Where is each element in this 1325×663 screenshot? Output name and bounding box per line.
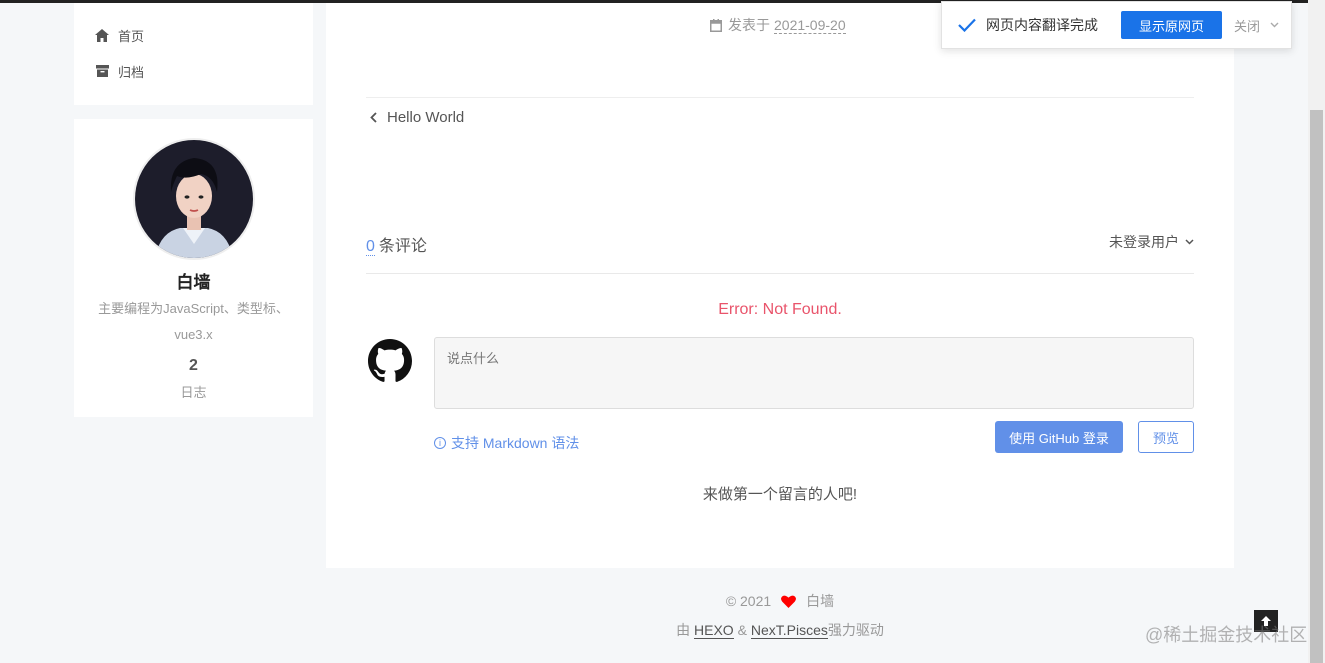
powered-prefix: 由	[676, 622, 691, 638]
theme-link[interactable]: NexT.Pisces	[750, 622, 828, 639]
prev-post-link[interactable]: Hello World	[370, 109, 464, 126]
calendar-icon	[710, 18, 722, 32]
home-icon	[95, 28, 109, 42]
author-card: 白墙 主要编程为JavaScript、类型标、vue3.x 2 日志	[74, 119, 313, 417]
comment-input[interactable]	[434, 337, 1194, 409]
translate-popup: 网页内容翻译完成 显示原网页 关闭	[941, 1, 1292, 49]
empty-comments-text: 来做第一个留言的人吧!	[702, 486, 858, 503]
sidebar-menu: 首页 归档	[74, 3, 313, 105]
footer-powered: 由 HEXO & NexT.Pisces强力驱动	[326, 620, 1234, 640]
divider	[366, 97, 1194, 98]
chevron-left-icon	[370, 112, 377, 123]
checkmark-icon	[958, 18, 976, 32]
chevron-down-icon	[1270, 22, 1279, 28]
comment-count-number: 0	[366, 238, 375, 256]
archive-icon	[95, 64, 109, 78]
chevron-down-icon	[1185, 239, 1194, 245]
menu-item-home-label: 首页	[118, 28, 145, 44]
footer-copyright: © 2021 白墙	[326, 591, 1234, 611]
translate-message: 网页内容翻译完成	[986, 17, 1098, 33]
ampersand: &	[737, 622, 747, 638]
divider	[366, 273, 1194, 274]
info-icon: i	[434, 437, 446, 449]
powered-suffix: 强力驱动	[827, 622, 884, 638]
page-scrollbar[interactable]	[1308, 0, 1325, 663]
github-login-button[interactable]: 使用 GitHub 登录	[995, 421, 1123, 453]
menu-item-home[interactable]: 首页	[95, 25, 144, 45]
footer-author: 白墙	[806, 593, 835, 609]
posts-count[interactable]: 2	[74, 357, 313, 375]
post-meta-prefix: 发表于	[728, 17, 770, 33]
comment-count: 0 条评论	[366, 232, 427, 256]
hexo-link[interactable]: HEXO	[694, 622, 734, 639]
prev-post-title: Hello World	[387, 109, 465, 126]
heart-icon	[781, 595, 797, 608]
markdown-tip-link[interactable]: i 支持 Markdown 语法	[434, 433, 579, 453]
post-date: 2021-09-20	[774, 16, 846, 34]
copyright-text: © 2021	[725, 593, 772, 609]
post-card: 发表于 2021-09-20 Hello World 0 条评论 未登录用户 Er…	[326, 3, 1234, 568]
user-menu-label: 未登录用户	[1109, 234, 1179, 250]
watermark: @稀土掘金技术社区	[1145, 625, 1308, 645]
post-meta: 发表于 2021-09-20	[710, 15, 846, 35]
user-menu[interactable]: 未登录用户	[1109, 232, 1194, 252]
comment-count-label: 条评论	[378, 238, 427, 255]
error-message: Error: Not Found.	[718, 301, 842, 318]
translate-close-button[interactable]: 关闭	[1234, 16, 1279, 35]
menu-item-archive-label: 归档	[118, 64, 145, 80]
author-avatar	[133, 138, 255, 260]
menu-item-archive[interactable]: 归档	[95, 61, 144, 81]
posts-label[interactable]: 日志	[74, 382, 313, 401]
author-description: 主要编程为JavaScript、类型标、vue3.x	[98, 301, 289, 342]
scrollbar-thumb[interactable]	[1310, 110, 1323, 663]
preview-button[interactable]: 预览	[1138, 421, 1194, 453]
translate-close-label: 关闭	[1234, 18, 1261, 34]
markdown-tip-label: 支持 Markdown 语法	[451, 435, 580, 451]
show-original-button[interactable]: 显示原网页	[1121, 11, 1222, 39]
author-name: 白墙	[176, 273, 211, 292]
github-icon	[368, 339, 412, 383]
